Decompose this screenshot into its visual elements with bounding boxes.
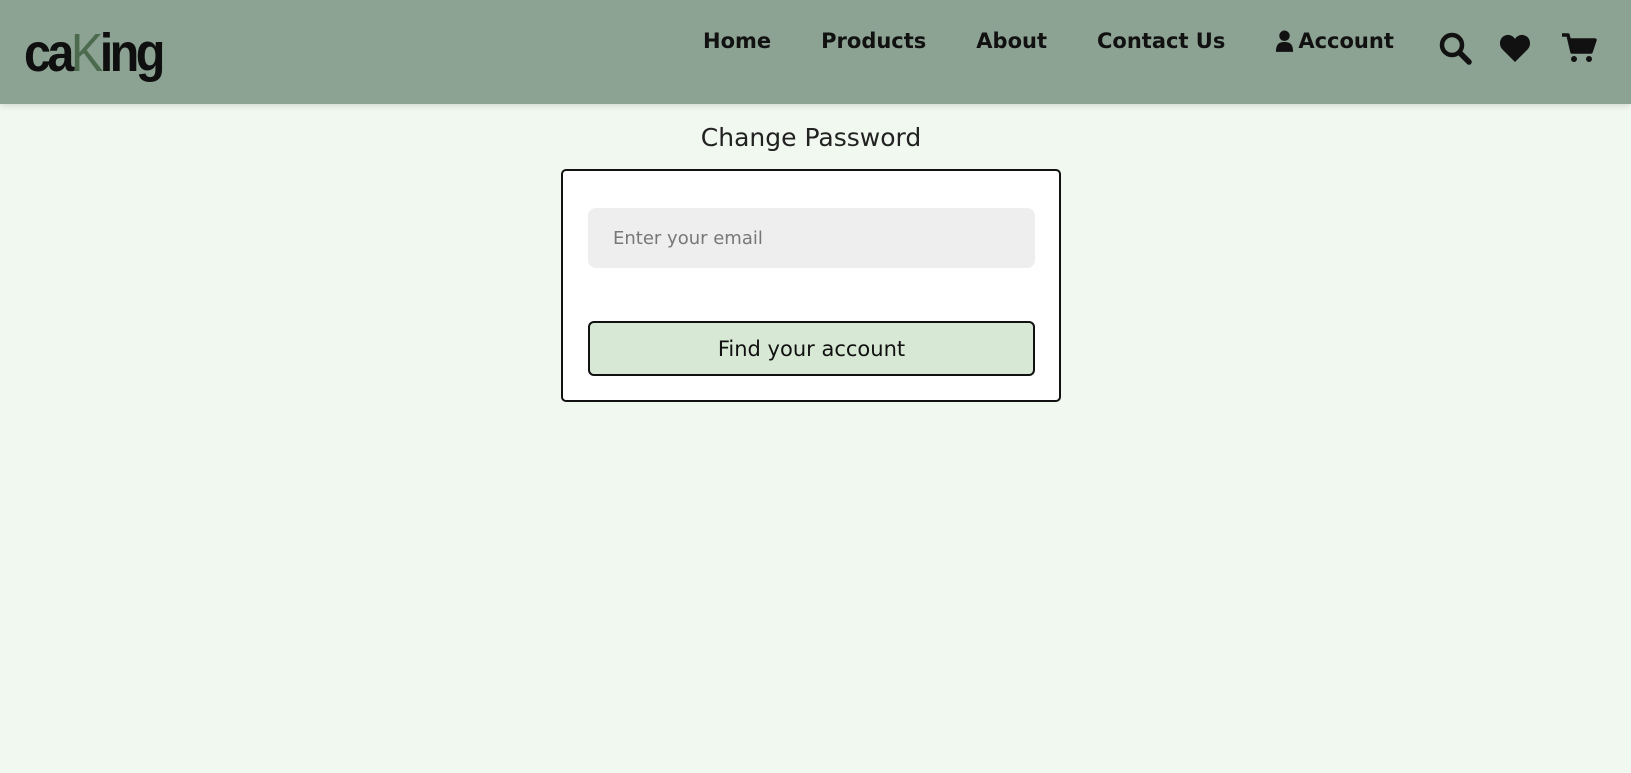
nav-contact-us[interactable]: Contact Us <box>1097 29 1225 53</box>
site-header: caKing Home Products About Contact Us Ac… <box>0 0 1631 104</box>
nav-about[interactable]: About <box>976 29 1047 53</box>
main-nav: Home Products About Contact Us Account <box>703 29 1394 53</box>
logo-text-part1: ca <box>24 23 74 83</box>
header-icon-group <box>1437 30 1597 66</box>
nav-home[interactable]: Home <box>703 29 771 53</box>
search-icon[interactable] <box>1437 30 1473 66</box>
nav-account[interactable]: Account <box>1275 29 1394 53</box>
page-title: Change Password <box>700 123 922 152</box>
cart-icon[interactable] <box>1561 30 1597 66</box>
email-input[interactable] <box>588 208 1035 268</box>
user-icon <box>1276 30 1294 52</box>
change-password-card: Find your account <box>561 169 1061 402</box>
logo-text-part3: ing <box>99 23 166 83</box>
find-account-button[interactable]: Find your account <box>588 321 1035 376</box>
logo-text-part2: K <box>70 23 103 83</box>
nav-account-label: Account <box>1298 29 1394 53</box>
heart-icon[interactable] <box>1497 30 1533 66</box>
site-logo[interactable]: caKing <box>24 23 166 83</box>
nav-products[interactable]: Products <box>821 29 926 53</box>
